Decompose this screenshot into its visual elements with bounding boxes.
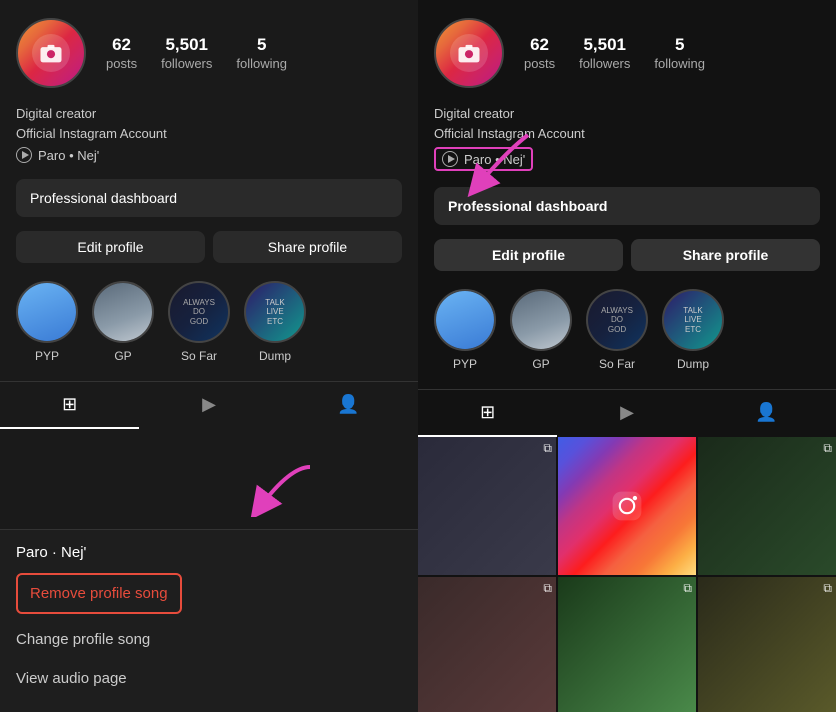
left-bio-line2: Official Instagram Account <box>16 124 402 144</box>
right-posts-stat: 62 posts <box>524 35 555 70</box>
left-following-count: 5 <box>257 35 266 55</box>
left-following-stat: 5 following <box>236 35 287 70</box>
right-highlight-sofar[interactable]: ALWAYSDOGOD So Far <box>586 289 648 371</box>
left-stats-row: 62 posts 5,501 followers 5 following <box>106 35 402 70</box>
reel-icon-5: ⧉ <box>683 581 692 596</box>
left-play-icon <box>16 147 32 163</box>
right-photo-grid: ⧉ ⧉ ⧉ ⧉ ⧉ <box>418 437 836 712</box>
right-highlight-gp-circle <box>510 289 572 351</box>
left-profile-header: 62 posts 5,501 followers 5 following <box>0 0 418 100</box>
right-camera-icon <box>455 39 483 67</box>
left-remove-song-button[interactable]: Remove profile song <box>16 573 182 614</box>
left-highlight-pyp[interactable]: PYP <box>16 281 78 363</box>
left-posts-stat: 62 posts <box>106 35 137 70</box>
left-highlight-gp[interactable]: GP <box>92 281 154 363</box>
grid-cell-3[interactable]: ⧉ <box>698 437 836 575</box>
left-highlights-row: PYP GP ALWAYSDOGOD So Far TALKLIVEETC Du… <box>0 271 418 373</box>
left-highlight-gp-circle <box>92 281 154 343</box>
right-posts-label: posts <box>524 56 555 71</box>
right-posts-count: 62 <box>530 35 549 55</box>
left-edit-profile-button[interactable]: Edit profile <box>16 231 205 263</box>
right-action-buttons: Edit profile Share profile <box>418 231 836 279</box>
right-avatar[interactable] <box>434 18 504 88</box>
grid-cell-5[interactable]: ⧉ <box>558 577 696 712</box>
right-highlight-dump-label: Dump <box>677 357 709 371</box>
left-highlight-gp-label: GP <box>114 349 131 363</box>
right-highlights-row: PYP GP ALWAYSDOGOD So Far TALKLIVEETC Du… <box>418 279 836 381</box>
left-view-audio-item[interactable]: View audio page <box>16 659 402 698</box>
right-share-profile-button[interactable]: Share profile <box>631 239 820 271</box>
reel-icon-6: ⧉ <box>823 581 832 596</box>
right-stats-row: 62 posts 5,501 followers 5 following <box>524 35 820 70</box>
left-followers-count: 5,501 <box>165 35 208 55</box>
left-highlight-pyp-circle <box>16 281 78 343</box>
left-bottom-sheet: Paro · Nej' Remove profile song Change p… <box>0 529 418 712</box>
left-action-buttons: Edit profile Share profile <box>0 223 418 271</box>
left-highlight-sofar-label: So Far <box>181 349 217 363</box>
left-panel: 62 posts 5,501 followers 5 following Dig… <box>0 0 418 712</box>
right-tab-tagged[interactable]: 👤 <box>697 390 836 437</box>
left-posts-label: posts <box>106 56 137 71</box>
left-highlight-dump-label: Dump <box>259 349 291 363</box>
grid-cell-1[interactable]: ⧉ <box>418 437 556 575</box>
left-avatar-icon <box>32 34 70 72</box>
left-highlight-dump-circle: TALKLIVEETC <box>244 281 306 343</box>
left-arrow-annotation <box>240 457 320 522</box>
right-highlight-sofar-circle: ALWAYSDOGOD <box>586 289 648 351</box>
right-highlight-pyp[interactable]: PYP <box>434 289 496 371</box>
left-avatar[interactable] <box>16 18 86 88</box>
reel-icon-4: ⧉ <box>543 581 552 596</box>
right-following-count: 5 <box>675 35 684 55</box>
right-profile-header: 62 posts 5,501 followers 5 following <box>418 0 836 100</box>
left-highlight-sofar[interactable]: ALWAYSDOGOD So Far <box>168 281 230 363</box>
left-tab-grid[interactable]: ⊞ <box>0 382 139 429</box>
left-tabs: ⊞ ▶ 👤 <box>0 381 418 429</box>
right-arrow-annotation <box>448 130 538 205</box>
left-sheet-song-title: Paro · Nej' <box>16 544 402 561</box>
right-highlight-dump[interactable]: TALKLIVEETC Dump <box>662 289 724 371</box>
left-dashboard-button[interactable]: Professional dashboard <box>16 179 402 217</box>
right-highlight-pyp-circle <box>434 289 496 351</box>
left-tab-tagged[interactable]: 👤 <box>279 382 418 429</box>
right-tab-reels[interactable]: ▶ <box>557 390 696 437</box>
right-panel: 62 posts 5,501 followers 5 following Dig… <box>418 0 836 712</box>
left-bio-link-text[interactable]: Paro • Nej' <box>38 148 99 163</box>
right-highlight-gp-label: GP <box>532 357 549 371</box>
right-highlight-pyp-label: PYP <box>453 357 477 371</box>
right-highlight-dump-circle: TALKLIVEETC <box>662 289 724 351</box>
right-followers-count: 5,501 <box>583 35 626 55</box>
right-highlight-sofar-label: So Far <box>599 357 635 371</box>
left-posts-count: 62 <box>112 35 131 55</box>
grid-cell-6[interactable]: ⧉ <box>698 577 836 712</box>
right-following-stat: 5 following <box>654 35 705 70</box>
right-highlight-gp[interactable]: GP <box>510 289 572 371</box>
left-followers-stat: 5,501 followers <box>161 35 212 70</box>
right-following-label: following <box>654 56 705 71</box>
right-tabs: ⊞ ▶ 👤 <box>418 389 836 437</box>
grid-cell-4[interactable]: ⧉ <box>418 577 556 712</box>
left-highlight-dump[interactable]: TALKLIVEETC Dump <box>244 281 306 363</box>
left-bio-line1: Digital creator <box>16 104 402 124</box>
left-highlight-sofar-circle: ALWAYSDOGOD <box>168 281 230 343</box>
left-share-profile-button[interactable]: Share profile <box>213 231 402 263</box>
right-edit-profile-button[interactable]: Edit profile <box>434 239 623 271</box>
reel-icon-3: ⧉ <box>823 441 832 456</box>
left-following-label: following <box>236 56 287 71</box>
left-tab-reels[interactable]: ▶ <box>139 382 278 429</box>
grid-cell-2[interactable] <box>558 437 696 575</box>
camera-icon <box>37 39 65 67</box>
left-bio-section: Digital creator Official Instagram Accou… <box>0 100 418 173</box>
right-bio-line1: Digital creator <box>434 104 820 124</box>
reel-icon-1: ⧉ <box>543 441 552 456</box>
right-followers-stat: 5,501 followers <box>579 35 630 70</box>
left-play-triangle <box>22 151 29 159</box>
left-followers-label: followers <box>161 56 212 71</box>
right-tab-grid[interactable]: ⊞ <box>418 390 557 437</box>
right-avatar-icon <box>450 34 488 72</box>
left-highlight-pyp-label: PYP <box>35 349 59 363</box>
right-followers-label: followers <box>579 56 630 71</box>
instagram-logo-icon <box>609 488 645 524</box>
left-bio-link-row[interactable]: Paro • Nej' <box>16 147 402 163</box>
left-change-song-item[interactable]: Change profile song <box>16 620 402 659</box>
